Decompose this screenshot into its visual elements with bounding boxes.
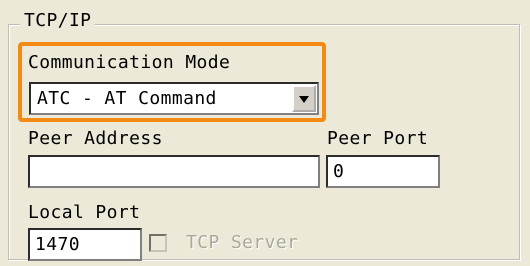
peer-port-label: Peer Port: [327, 128, 429, 149]
tcp-ip-settings-panel: TCP/IP Communication Mode ATC - AT Comma…: [0, 0, 530, 266]
communication-mode-selected-value: ATC - AT Command: [37, 88, 217, 109]
communication-mode-label: Communication Mode: [28, 52, 231, 73]
group-title: TCP/IP: [20, 10, 96, 32]
local-port-label: Local Port: [28, 202, 141, 223]
peer-address-input[interactable]: [28, 155, 320, 188]
communication-mode-select[interactable]: ATC - AT Command: [29, 82, 319, 115]
tcp-server-checkbox[interactable]: [149, 234, 167, 252]
communication-mode-dropdown-button[interactable]: [292, 85, 316, 112]
tcp-server-label: TCP Server: [186, 232, 299, 253]
peer-port-input[interactable]: 0: [326, 155, 440, 188]
chevron-down-icon: [299, 96, 309, 103]
peer-address-label: Peer Address: [28, 128, 163, 149]
local-port-input[interactable]: 1470: [28, 228, 142, 261]
